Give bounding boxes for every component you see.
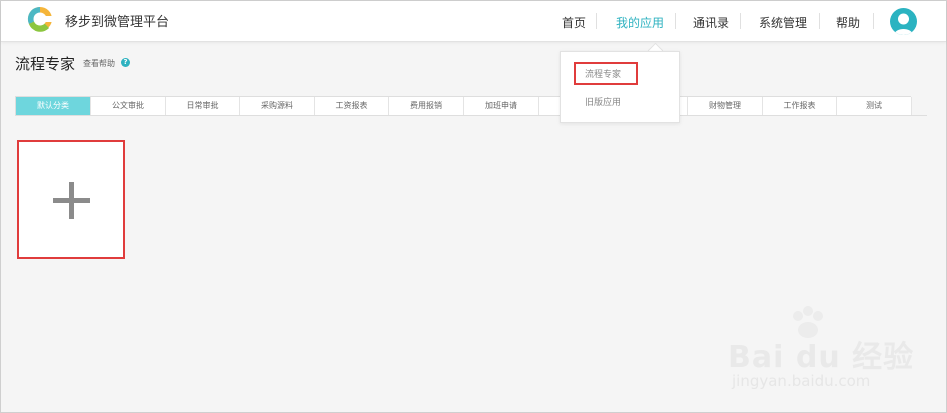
tab-salary-report[interactable]: 工资报表 (315, 97, 389, 115)
tab-financial-management[interactable]: 财物管理 (688, 97, 763, 115)
nav-divider (819, 13, 820, 29)
watermark-text: Bai du 经验 (728, 340, 915, 375)
nav-item-system-admin[interactable]: 系统管理 (759, 14, 807, 31)
top-header: 移步到微管理平台 首页 我的应用 通讯录 系统管理 帮助 (1, 1, 946, 42)
baidu-watermark: Bai du 经验 jingyan.baidu.com (728, 306, 928, 396)
tab-default[interactable]: 默认分类 (16, 97, 91, 115)
dropdown-item-process-expert[interactable]: 流程专家 (585, 67, 621, 80)
watermark-url: jingyan.baidu.com (732, 372, 871, 390)
nav-divider (596, 13, 597, 29)
tab-document-approval[interactable]: 公文审批 (91, 97, 166, 115)
nav-divider (740, 13, 741, 29)
nav-divider (873, 13, 874, 29)
category-tabs: 默认分类 公文审批 日常审批 采购源料 工资报表 费用报销 加班申请 财物管理 … (15, 96, 912, 116)
add-process-button[interactable] (17, 140, 125, 259)
page-title: 流程专家 (15, 55, 76, 73)
brand-name: 移步到微管理平台 (65, 15, 170, 30)
tabs-underline (15, 115, 927, 116)
tab-daily-approval[interactable]: 日常审批 (166, 97, 240, 115)
tab-test[interactable]: 测试 (837, 97, 912, 115)
nav-item-help[interactable]: 帮助 (836, 14, 860, 31)
tab-purchasing[interactable]: 采购源料 (240, 97, 315, 115)
tab-work-report[interactable]: 工作报表 (763, 97, 837, 115)
user-avatar-icon[interactable] (890, 8, 917, 35)
help-link[interactable]: 查看帮助 (83, 58, 115, 69)
my-apps-dropdown: 流程专家 旧版应用 (560, 51, 680, 123)
nav-divider (675, 13, 676, 29)
nav-item-my-apps[interactable]: 我的应用 (616, 14, 664, 31)
tab-overtime-request[interactable]: 加班申请 (464, 97, 539, 115)
question-icon[interactable]: ? (121, 58, 130, 67)
nav-item-home[interactable]: 首页 (562, 14, 586, 31)
app-logo-icon[interactable] (27, 6, 53, 32)
tab-expense-claim[interactable]: 费用报销 (389, 97, 464, 115)
dropdown-item-legacy-apps[interactable]: 旧版应用 (585, 95, 621, 108)
nav-item-contacts[interactable]: 通讯录 (693, 14, 729, 31)
